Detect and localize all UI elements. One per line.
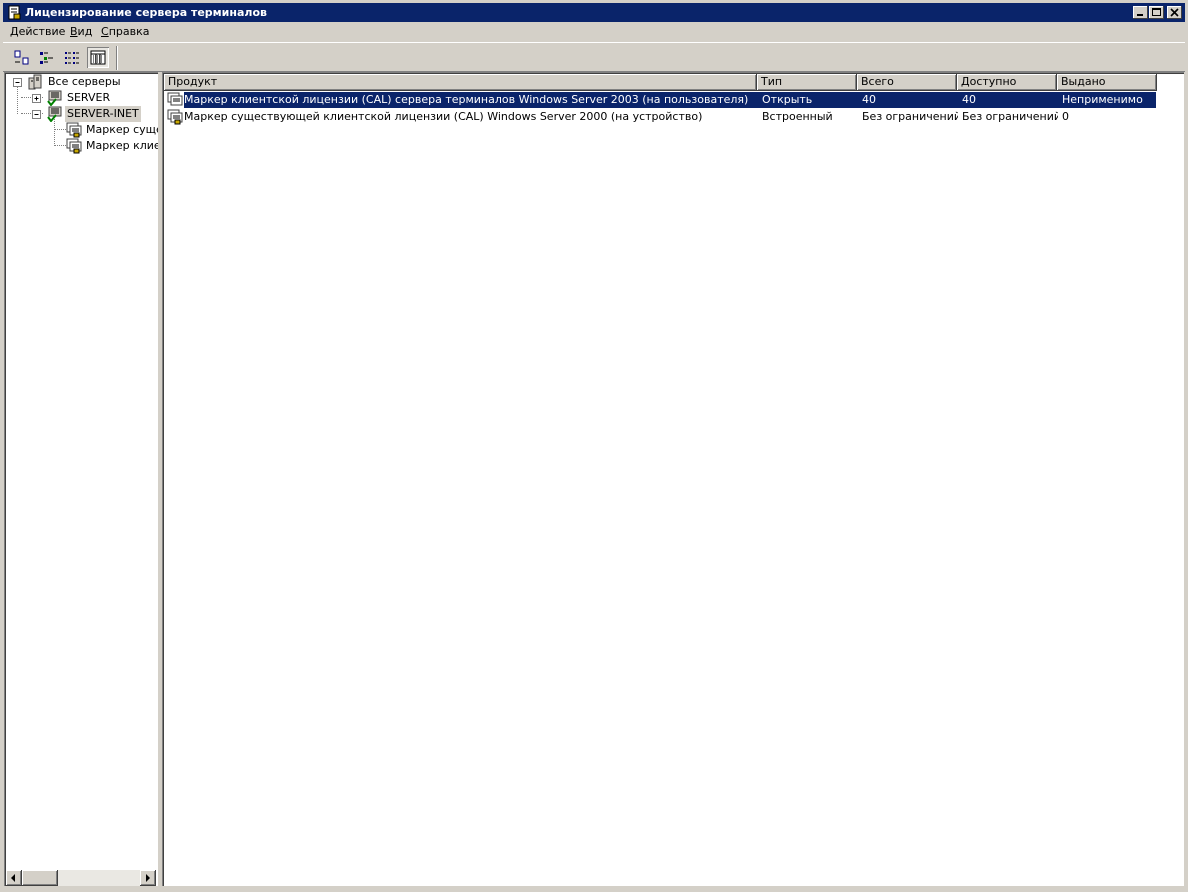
title-bar[interactable]: Лицензирование сервера терминалов [3, 3, 1185, 22]
tree-item-label: SERVER [67, 91, 111, 104]
expand-toggle[interactable] [32, 94, 41, 103]
column-header-type[interactable]: Тип [757, 74, 857, 91]
tree-item-server-inet[interactable]: SERVER-INET [4, 106, 158, 122]
column-header-product[interactable]: Продукт [164, 74, 757, 91]
cell-total: Без ограничений [862, 110, 958, 123]
cell-type: Встроенный [762, 110, 833, 123]
column-header-issued[interactable]: Выдано [1057, 74, 1157, 91]
details-view-icon [90, 50, 106, 65]
table-row[interactable]: Маркер существующей клиентской лицензии … [164, 109, 1164, 125]
maximize-icon [1152, 8, 1161, 16]
licensing-app-icon [8, 5, 21, 20]
cell-issued: 0 [1062, 110, 1069, 123]
menu-view[interactable]: Вид [70, 25, 92, 39]
arrow-left-icon [11, 874, 15, 882]
plus-icon [34, 96, 39, 101]
window-title: Лицензирование сервера терминалов [25, 6, 267, 19]
license-token-icon [66, 138, 82, 154]
details-view-button[interactable] [87, 47, 109, 68]
close-button[interactable] [1167, 6, 1182, 19]
column-header-available[interactable]: Доступно [957, 74, 1057, 91]
license-server-icon [47, 106, 62, 122]
minus-icon [34, 114, 39, 115]
minimize-icon [1137, 14, 1143, 16]
toolbar-separator [116, 46, 118, 70]
license-server-icon [47, 90, 62, 106]
server-tree[interactable]: Все серверы SERVER SERVER-INET Маркер су… [4, 72, 158, 886]
tree-item-server[interactable]: SERVER [4, 90, 158, 106]
toolbar [3, 42, 1185, 72]
tree-horizontal-scrollbar[interactable] [6, 870, 156, 886]
app-window: Лицензирование сервера терминалов Действ… [0, 0, 1188, 892]
list-view-icon [65, 52, 79, 64]
minimize-button[interactable] [1133, 6, 1148, 19]
collapse-toggle[interactable] [32, 110, 41, 119]
large-icons-view-icon [14, 50, 29, 65]
tree-item-license-token[interactable]: Маркер клиентской лицензии (CAL) сервера… [4, 138, 158, 154]
maximize-button[interactable] [1149, 6, 1164, 19]
tree-item-license-token[interactable]: Маркер существующей клиентской лицензии … [4, 122, 158, 138]
menu-help[interactable]: Справка [101, 25, 149, 39]
cell-product: Маркер клиентской лицензии (CAL) сервера… [184, 93, 749, 106]
small-icons-view-icon [40, 52, 53, 64]
minus-icon [15, 82, 20, 83]
table-row[interactable]: Маркер клиентской лицензии (CAL) сервера… [164, 92, 1164, 108]
column-header-total[interactable]: Всего [857, 74, 957, 91]
scroll-thumb[interactable] [22, 870, 58, 886]
tree-item-label: Все серверы [48, 75, 121, 88]
menu-action[interactable]: Действие [10, 25, 65, 39]
license-token-icon [167, 92, 183, 106]
small-icons-view-button[interactable] [36, 47, 58, 68]
arrow-right-icon [146, 874, 150, 882]
scroll-right-button[interactable] [140, 870, 156, 886]
tree-item-label: Маркер существующей клиентской лицензии … [86, 123, 158, 136]
license-token-icon [167, 109, 183, 125]
cell-total: 40 [862, 93, 876, 106]
scroll-left-button[interactable] [6, 870, 22, 886]
cell-available: Без ограничений [962, 110, 1058, 123]
cell-issued: Неприменимо [1062, 93, 1143, 106]
close-icon [1170, 8, 1179, 17]
cell-available: 40 [962, 93, 976, 106]
tree-item-label: Маркер клиентской лицензии (CAL) сервера… [86, 139, 158, 152]
menu-bar: Действие Вид Справка [3, 23, 1185, 41]
cell-type: Открыть [762, 93, 813, 106]
tree-item-label: SERVER-INET [65, 106, 141, 122]
license-token-icon [66, 122, 82, 138]
collapse-toggle[interactable] [13, 78, 22, 87]
server-group-icon [28, 74, 42, 90]
cell-product: Маркер существующей клиентской лицензии … [184, 110, 703, 123]
license-list[interactable]: Продукт Тип Всего Доступно Выдано Маркер… [162, 72, 1184, 886]
tree-item-all-servers[interactable]: Все серверы [4, 74, 158, 90]
list-view-button[interactable] [61, 47, 83, 68]
large-icons-view-button[interactable] [11, 47, 33, 68]
